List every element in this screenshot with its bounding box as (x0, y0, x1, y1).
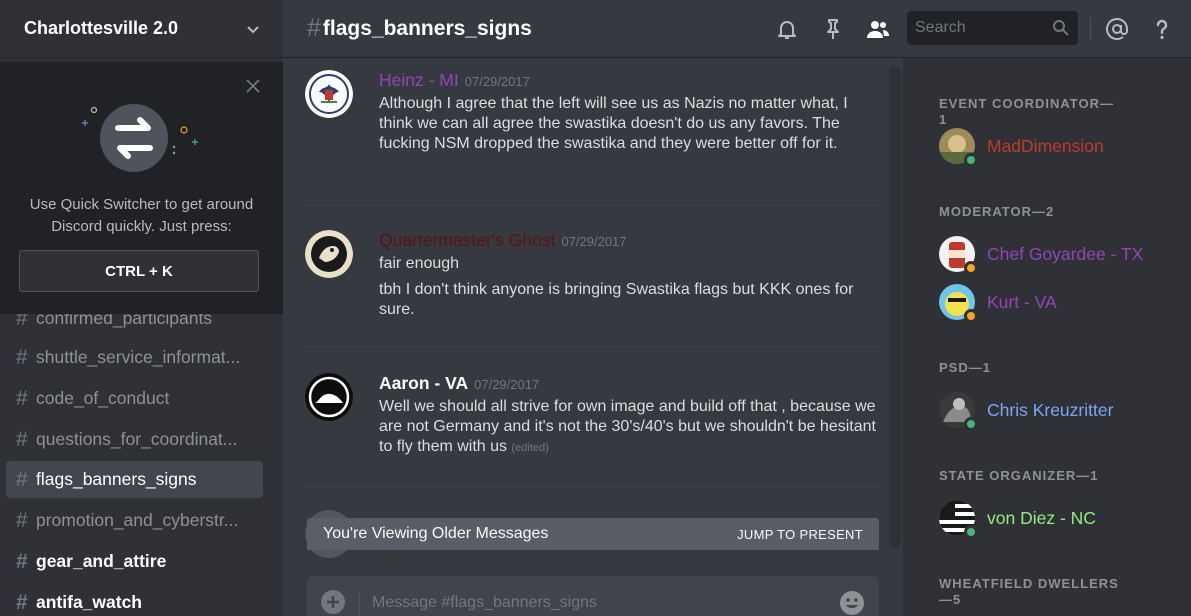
message-composer (307, 576, 879, 616)
message-divider (305, 486, 879, 487)
hash-icon: # (16, 590, 28, 614)
channel-label: antifa_watch (36, 592, 142, 612)
member-item[interactable]: von Diez - NC (939, 498, 1179, 539)
channel-title: flags_banners_signs (322, 16, 532, 40)
message-body: Heinz - MI 07/29/2017 Although I agree t… (379, 70, 879, 154)
role-header: EVENT COORDINATOR—1 (939, 96, 1114, 127)
quick-switcher-text: Use Quick Switcher to get around Discord… (29, 196, 254, 235)
avatar (939, 500, 978, 539)
channel-promotion[interactable]: # promotion_and_cyberstr... (6, 502, 263, 539)
quick-switcher-popup: Use Quick Switcher to get around Discord… (0, 62, 283, 314)
message-timestamp: 07/29/2017 (464, 74, 530, 89)
member-name: MadDimension (987, 135, 1104, 156)
members-icon[interactable] (866, 17, 890, 41)
channel-label: promotion_and_cyberstr... (36, 510, 239, 530)
hash-icon: # (307, 14, 321, 42)
channel-label: questions_for_coordinat... (36, 429, 238, 449)
channel-label: flags_banners_signs (36, 469, 197, 489)
role-header: STATE ORGANIZER—1 (939, 468, 1099, 483)
search-input[interactable]: Search (907, 11, 1078, 45)
message-author[interactable]: Quartermaster's Ghost (379, 230, 555, 251)
chevron-down-icon[interactable] (245, 21, 261, 37)
hash-icon: # (16, 549, 28, 573)
shortcut-key: CTRL + K (19, 250, 259, 292)
channel-label: code_of_conduct (36, 388, 170, 408)
avatar (939, 128, 978, 167)
member-name: von Diez - NC (987, 507, 1096, 528)
message-content: Well we should all strive for own image … (379, 398, 876, 455)
hash-icon: # (16, 386, 28, 410)
edited-label: (edited) (511, 442, 549, 454)
member-item[interactable]: Kurt - VA (939, 282, 1179, 323)
message-text: Well we should all strive for own image … (379, 397, 879, 458)
avatar[interactable] (305, 70, 353, 118)
member-name: Chef Goyardee - TX (987, 243, 1144, 264)
jump-to-present-button[interactable]: JUMP TO PRESENT (737, 527, 863, 542)
channel-flags-banners-signs[interactable]: # flags_banners_signs (6, 461, 263, 498)
member-name: Kurt - VA (987, 291, 1057, 312)
search-placeholder: Search (915, 19, 966, 36)
hash-icon: # (16, 467, 28, 491)
message-timestamp: 07/29/2017 (474, 377, 540, 392)
composer-divider (359, 590, 360, 616)
message-text: Although I agree that the left will see … (379, 95, 848, 152)
avatar (939, 284, 978, 323)
help-icon[interactable] (1150, 17, 1174, 41)
hash-icon: # (16, 508, 28, 532)
message-text: fair enough (379, 255, 460, 272)
header-divider (1090, 18, 1091, 40)
role-header: PSD—1 (939, 360, 991, 375)
channel-questions-for-coordinators[interactable]: # questions_for_coordinat... (6, 421, 263, 458)
role-header: WHEATFIELD DWELLERS—5 (939, 576, 1119, 607)
pin-icon[interactable] (821, 17, 845, 41)
channel-code-of-conduct[interactable]: # code_of_conduct (6, 380, 263, 417)
message-author[interactable]: Heinz - MI (379, 70, 459, 91)
guild-header[interactable]: Charlottesville 2.0 (0, 0, 283, 58)
avatar[interactable] (305, 373, 353, 421)
message-timestamp: 07/29/2017 (561, 234, 627, 249)
message-text: tbh I don't think anyone is bringing Swa… (379, 281, 854, 318)
member-item[interactable]: MadDimension (939, 126, 1179, 167)
online-status-icon (964, 417, 978, 431)
mention-icon[interactable] (1105, 17, 1129, 41)
older-messages-text: You're Viewing Older Messages (323, 525, 549, 542)
role-header: MODERATOR—2 (939, 204, 1055, 219)
plus-icon[interactable] (321, 590, 345, 614)
member-item[interactable]: Chef Goyardee - TX (939, 234, 1179, 275)
member-name: Chris Kreuzritter (987, 399, 1114, 420)
older-messages-bar: You're Viewing Older Messages JUMP TO PR… (307, 518, 879, 550)
avatar (939, 392, 978, 431)
scrollbar[interactable] (889, 66, 901, 548)
bell-icon[interactable] (775, 17, 799, 41)
online-status-icon (964, 153, 978, 167)
emoji-icon[interactable] (839, 590, 865, 616)
channel-label: gear_and_attire (36, 551, 167, 571)
channel-label: shuttle_service_informat... (36, 347, 241, 367)
search-icon (1053, 20, 1069, 36)
channel-gear-and-attire[interactable]: # gear_and_attire (6, 543, 263, 580)
member-item[interactable]: Chris Kreuzritter (939, 390, 1179, 431)
message-body: Quartermaster's Ghost 07/29/2017 fair en… (379, 230, 879, 320)
online-status-icon (964, 525, 978, 539)
channel-sidebar: Charlottesville 2.0 # confirmed_participa… (0, 0, 283, 616)
avatar[interactable] (305, 230, 353, 278)
message-divider (305, 346, 879, 347)
avatar (939, 236, 978, 275)
idle-status-icon (964, 261, 978, 275)
close-icon[interactable] (245, 78, 261, 94)
message-input[interactable] (372, 590, 812, 616)
member-list: EVENT COORDINATOR—1 MadDimension MODERAT… (903, 58, 1191, 616)
idle-status-icon (964, 309, 978, 323)
chat-header: # flags_banners_signs Search (283, 0, 1191, 58)
switch-arrows-icon (82, 104, 198, 172)
channel-shuttle-service[interactable]: # shuttle_service_informat... (6, 339, 263, 376)
hash-icon: # (16, 345, 28, 369)
hash-icon: # (16, 427, 28, 451)
message-divider (305, 205, 879, 206)
message-author[interactable]: Aaron - VA (379, 373, 468, 394)
channel-antifa-watch[interactable]: # antifa_watch (6, 584, 263, 616)
guild-name: Charlottesville 2.0 (24, 18, 179, 38)
message-body: Aaron - VA 07/29/2017 Well we should all… (379, 373, 879, 458)
